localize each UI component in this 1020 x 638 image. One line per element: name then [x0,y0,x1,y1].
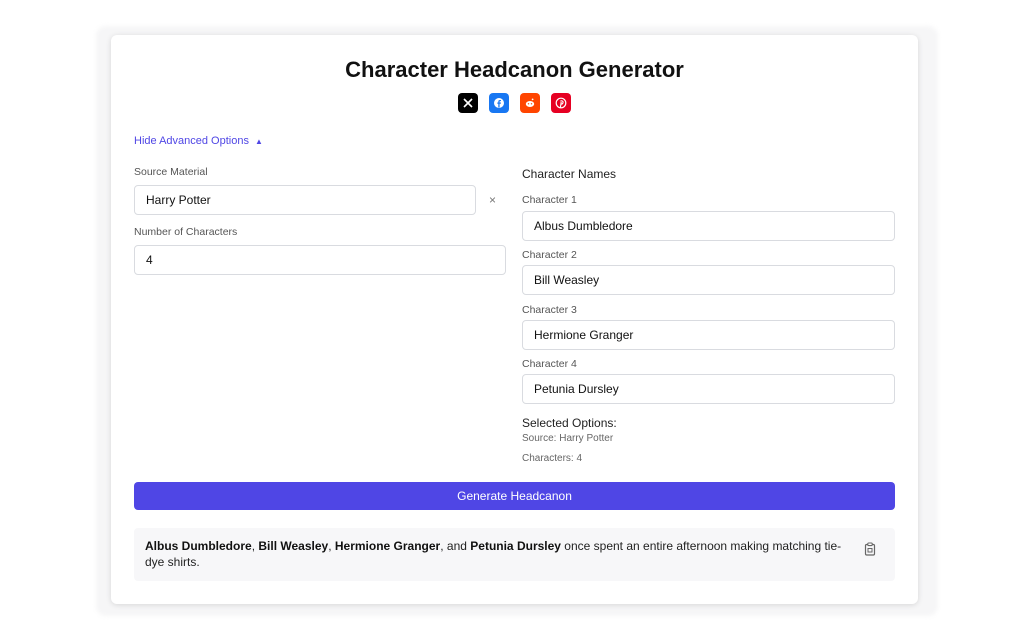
result-name-1: Albus Dumbledore [145,539,252,553]
share-pinterest-button[interactable] [551,93,571,113]
advanced-toggle-label: Hide Advanced Options [134,135,249,147]
result-name-2: Bill Weasley [258,539,329,553]
headcanon-result: Albus Dumbledore, Bill Weasley, Hermione… [134,528,895,581]
triangle-up-icon: ▲ [254,136,263,146]
character-4-input[interactable]: Petunia Dursley [522,374,895,404]
selected-source-text: Source: Harry Potter [522,433,614,444]
result-name-4: Petunia Dursley [470,539,561,553]
share-x-button[interactable] [458,93,478,113]
character-1-input[interactable]: Albus Dumbledore [522,211,895,241]
number-of-characters-label: Number of Characters [134,226,238,238]
character-3-label: Character 3 [522,304,577,316]
character-3-input[interactable]: Hermione Granger [522,320,895,350]
copy-button[interactable] [863,542,877,556]
character-names-heading: Character Names [522,167,617,181]
result-separator-3: , and [440,539,471,553]
share-buttons [458,93,571,113]
page: Character Headcanon Generator Hide Advan… [0,0,1020,638]
character-2-input[interactable]: Bill Weasley [522,265,895,295]
number-of-characters-input[interactable]: 4 [134,245,506,275]
clipboard-icon [864,542,876,556]
reddit-icon [525,98,535,107]
facebook-icon [494,98,504,108]
x-icon [463,98,473,108]
page-title: Character Headcanon Generator [345,57,684,82]
selected-options-heading: Selected Options: [522,416,617,430]
character-2-label: Character 2 [522,249,577,261]
generate-headcanon-button[interactable]: Generate Headcanon [134,482,895,510]
clear-source-button[interactable]: × [489,193,496,207]
source-material-input[interactable]: Harry Potter [134,185,476,215]
share-facebook-button[interactable] [489,93,509,113]
pinterest-icon [555,97,567,109]
character-1-label: Character 1 [522,194,577,206]
hide-advanced-options-toggle[interactable]: Hide Advanced Options ▲ [134,135,263,147]
source-material-label: Source Material [134,166,208,178]
result-separator-2: , [328,539,335,553]
share-reddit-button[interactable] [520,93,540,113]
generator-card: Character Headcanon Generator Hide Advan… [111,35,918,604]
character-4-label: Character 4 [522,358,577,370]
result-name-3: Hermione Granger [334,539,441,553]
selected-characters-text: Characters: 4 [522,453,583,464]
